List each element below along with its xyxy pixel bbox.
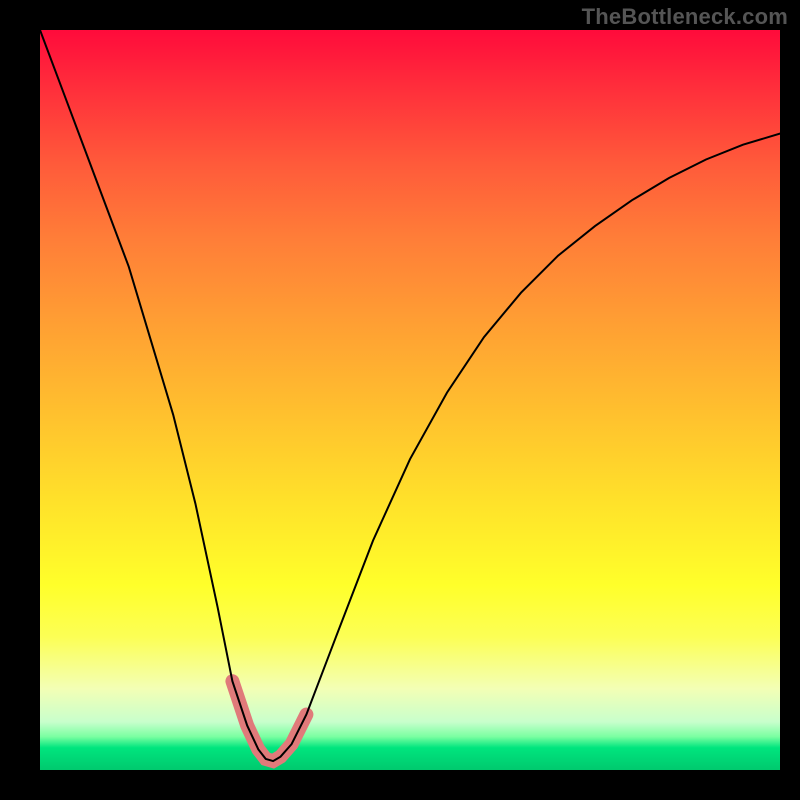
bottleneck-curve xyxy=(40,30,780,761)
chart-frame: TheBottleneck.com xyxy=(0,0,800,800)
bottleneck-band xyxy=(232,681,306,761)
attribution-label: TheBottleneck.com xyxy=(582,4,788,30)
plot-area xyxy=(40,30,780,770)
curve-svg xyxy=(40,30,780,770)
